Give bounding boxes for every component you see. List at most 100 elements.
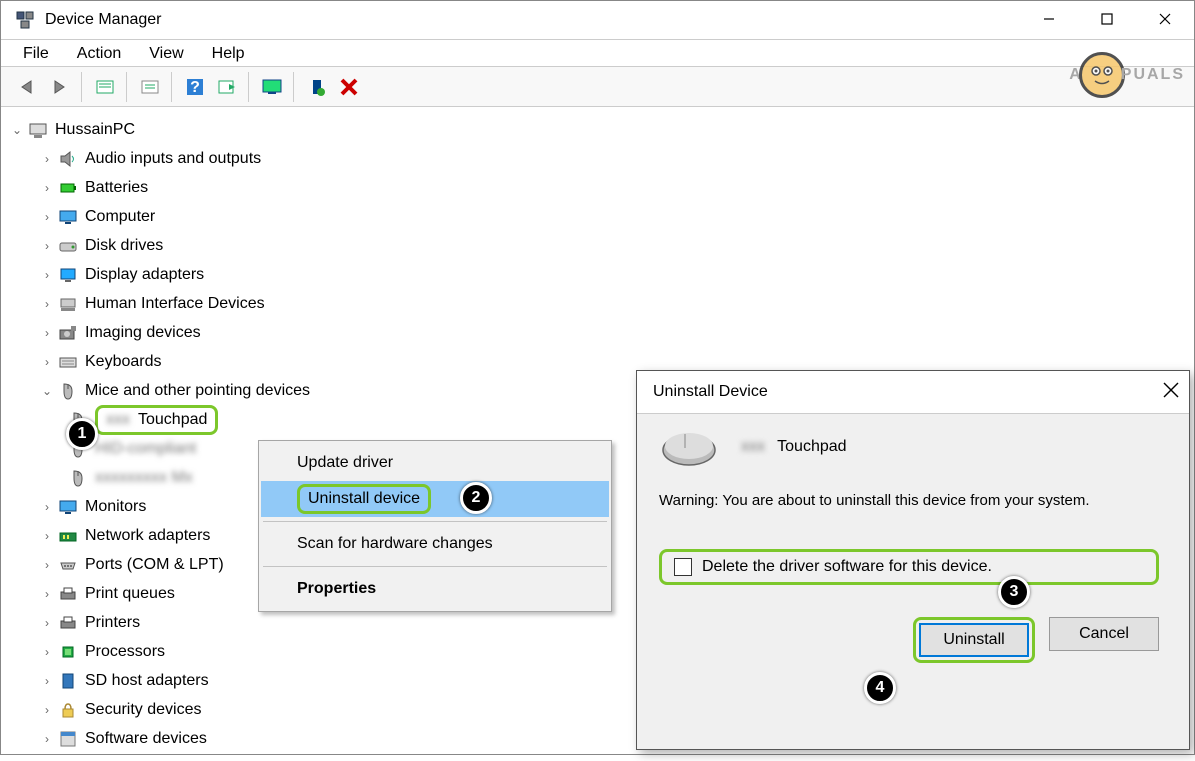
- menubar: File Action View Help: [1, 39, 1194, 67]
- callout-4: 4: [864, 672, 896, 704]
- uninstall-button[interactable]: Uninstall: [919, 623, 1029, 657]
- toolbar: ?: [1, 67, 1194, 107]
- chevron-right-icon: ›: [39, 326, 55, 340]
- menu-update-driver[interactable]: Update driver: [261, 445, 609, 481]
- titlebar: Device Manager: [1, 1, 1194, 39]
- network-icon: [57, 525, 79, 547]
- chevron-right-icon: ›: [39, 703, 55, 717]
- menu-properties[interactable]: Properties: [261, 571, 609, 607]
- chevron-right-icon: ›: [39, 529, 55, 543]
- delete-driver-checkbox[interactable]: [674, 558, 692, 576]
- monitor-icon: [57, 206, 79, 228]
- menu-action[interactable]: Action: [63, 43, 135, 63]
- mouse-icon: [67, 467, 89, 489]
- back-button[interactable]: [13, 74, 43, 100]
- display-button[interactable]: [257, 74, 287, 100]
- menu-uninstall-device[interactable]: Uninstall device: [261, 481, 609, 517]
- chevron-right-icon: ›: [39, 500, 55, 514]
- window-controls: [1020, 1, 1194, 37]
- tree-node-computer[interactable]: ›Computer: [5, 202, 1190, 231]
- chevron-right-icon: ›: [39, 645, 55, 659]
- chevron-right-icon: ›: [39, 355, 55, 369]
- blurred-text: xxxxxxxxx Mx: [95, 469, 193, 487]
- uninstall-dialog: Uninstall Device xxx Touchpad Warning: Y…: [636, 370, 1190, 750]
- uninstall-device-toolbar-button[interactable]: [334, 74, 364, 100]
- camera-icon: [57, 322, 79, 344]
- tree-node-display[interactable]: ›Display adapters: [5, 260, 1190, 289]
- chevron-down-icon: ⌄: [9, 123, 25, 137]
- maximize-button[interactable]: [1078, 1, 1136, 37]
- chevron-right-icon: ›: [39, 674, 55, 688]
- dialog-title-text: Uninstall Device: [653, 383, 768, 401]
- device-manager-icon: [15, 10, 35, 30]
- cancel-button[interactable]: Cancel: [1049, 617, 1159, 651]
- battery-icon: [57, 177, 79, 199]
- menu-file[interactable]: File: [9, 43, 63, 63]
- printer-icon: [57, 612, 79, 634]
- hid-icon: [57, 293, 79, 315]
- chevron-right-icon: ›: [39, 587, 55, 601]
- forward-button[interactable]: [45, 74, 75, 100]
- lock-icon: [57, 699, 79, 721]
- menu-help[interactable]: Help: [198, 43, 259, 63]
- help-button[interactable]: ?: [180, 74, 210, 100]
- blurred-text: xxx: [741, 438, 765, 455]
- highlight-delete-checkbox: Delete the driver software for this devi…: [659, 549, 1159, 585]
- dialog-titlebar: Uninstall Device: [637, 371, 1189, 413]
- highlight-touchpad: xxx Touchpad: [95, 405, 218, 435]
- callout-2: 2: [460, 482, 492, 514]
- close-icon[interactable]: [1163, 381, 1179, 404]
- scan-hardware-button[interactable]: [212, 74, 242, 100]
- tree-node-audio[interactable]: ›Audio inputs and outputs: [5, 144, 1190, 173]
- chevron-right-icon: ›: [39, 558, 55, 572]
- dialog-body: xxx Touchpad Warning: You are about to u…: [637, 413, 1189, 749]
- dialog-buttons: Uninstall Cancel: [659, 617, 1167, 663]
- show-hide-tree-button[interactable]: [90, 74, 120, 100]
- enable-device-button[interactable]: [302, 74, 332, 100]
- properties-button[interactable]: [135, 74, 165, 100]
- chevron-right-icon: ›: [39, 732, 55, 746]
- port-icon: [57, 554, 79, 576]
- chevron-right-icon: ›: [39, 268, 55, 282]
- menu-scan-hardware[interactable]: Scan for hardware changes: [261, 526, 609, 562]
- dialog-warning-text: Warning: You are about to uninstall this…: [659, 492, 1167, 509]
- context-menu: Update driver Uninstall device Scan for …: [258, 440, 612, 612]
- svg-text:?: ?: [190, 79, 200, 96]
- disk-icon: [57, 235, 79, 257]
- tree-node-imaging[interactable]: ›Imaging devices: [5, 318, 1190, 347]
- monitor-icon: [57, 496, 79, 518]
- menu-view[interactable]: View: [135, 43, 197, 63]
- chevron-right-icon: ›: [39, 297, 55, 311]
- printer-icon: [57, 583, 79, 605]
- window-title: Device Manager: [45, 11, 162, 29]
- minimize-button[interactable]: [1020, 1, 1078, 37]
- tree-node-batteries[interactable]: ›Batteries: [5, 173, 1190, 202]
- speaker-icon: [57, 148, 79, 170]
- blurred-text: xxx: [106, 411, 130, 429]
- highlight-uninstall: Uninstall device: [297, 484, 431, 514]
- keyboard-icon: [57, 351, 79, 373]
- sd-icon: [57, 670, 79, 692]
- face-icon: [1079, 52, 1125, 98]
- callout-1: 1: [66, 418, 98, 450]
- mouse-icon: [57, 380, 79, 402]
- chevron-down-icon: ⌄: [39, 384, 55, 398]
- blurred-text: HID-compliant: [95, 440, 196, 458]
- menu-separator: [263, 521, 607, 522]
- appuals-watermark: A PUALS: [1069, 52, 1185, 98]
- dialog-device-name: xxx Touchpad: [741, 438, 847, 456]
- callout-3: 3: [998, 576, 1030, 608]
- chevron-right-icon: ›: [39, 239, 55, 253]
- tree-node-hid[interactable]: ›Human Interface Devices: [5, 289, 1190, 318]
- tree-node-disk[interactable]: ›Disk drives: [5, 231, 1190, 260]
- close-button[interactable]: [1136, 1, 1194, 37]
- chevron-right-icon: ›: [39, 152, 55, 166]
- software-icon: [57, 728, 79, 750]
- chevron-right-icon: ›: [39, 616, 55, 630]
- highlight-uninstall-button: Uninstall: [913, 617, 1035, 663]
- chevron-right-icon: ›: [39, 181, 55, 195]
- chevron-right-icon: ›: [39, 210, 55, 224]
- dialog-device-row: xxx Touchpad: [659, 426, 1167, 468]
- tree-root[interactable]: ⌄ HussainPC: [5, 115, 1190, 144]
- computer-icon: [27, 119, 49, 141]
